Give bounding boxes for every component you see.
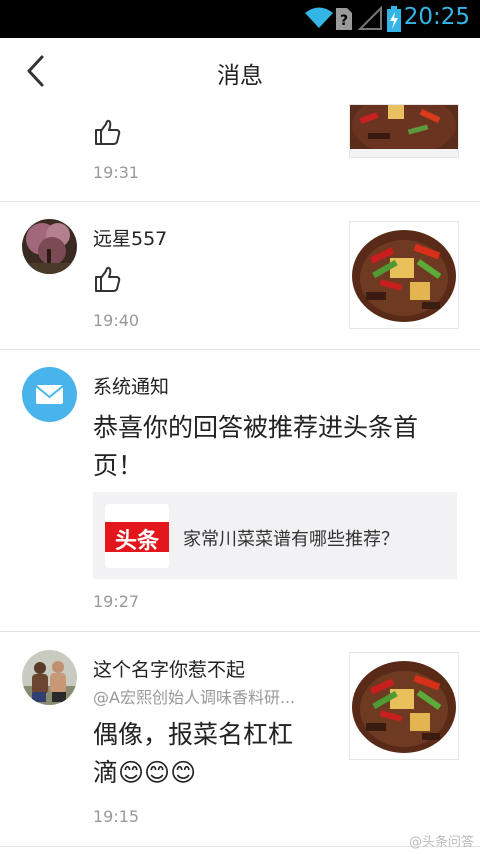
avatar-image (22, 650, 77, 705)
article-card[interactable]: 头条 家常川菜菜谱有哪些推荐？ (93, 492, 457, 579)
message-time: 19:15 (93, 807, 140, 826)
system-notice-avatar[interactable] (22, 367, 77, 422)
watermark: @头条问答 (408, 835, 474, 850)
food-image (350, 653, 458, 759)
battery-charging-icon (387, 6, 401, 32)
divider (0, 201, 480, 202)
message-text-line-2: 滴😊😊😊 (93, 758, 197, 787)
food-image (350, 222, 458, 328)
thumbs-up-icon (95, 266, 121, 292)
food-thumbnail[interactable] (349, 104, 459, 158)
status-clock: 20:25 (403, 4, 470, 30)
divider (0, 631, 480, 632)
status-bar: ? 20:25 (0, 0, 480, 38)
username[interactable]: 远星557 (93, 224, 167, 251)
username[interactable]: 这个名字你惹不起 (93, 655, 245, 682)
message-text-line-1: 偶像，报菜名杠杠 (93, 720, 294, 749)
svg-text:?: ? (340, 13, 348, 29)
message-time: 19:40 (93, 311, 140, 330)
avatar[interactable] (22, 650, 77, 705)
message-text-line-1: 恭喜你的回答被推荐进头条首 (93, 413, 419, 442)
logo-text: 头条 (114, 529, 159, 554)
wifi-icon (305, 7, 333, 28)
toutiao-logo: 头条 (105, 504, 169, 568)
avatar-image (22, 219, 77, 274)
reply-mention[interactable]: @A宏熙创始人调味香料研... (93, 684, 295, 708)
signal-icon (358, 6, 382, 30)
thumbs-up-icon (95, 119, 121, 145)
username[interactable]: 系统通知 (93, 372, 169, 399)
divider (0, 349, 480, 350)
article-title: 家常川菜菜谱有哪些推荐？ (183, 529, 399, 550)
food-thumbnail[interactable] (349, 221, 459, 329)
message-time: 19:27 (93, 592, 140, 611)
food-image (350, 105, 458, 157)
page-title: 消息 (217, 63, 263, 89)
sim-unknown-icon: ? (336, 8, 352, 30)
avatar[interactable] (22, 219, 77, 274)
message-time: 19:31 (93, 163, 140, 182)
food-thumbnail[interactable] (349, 652, 459, 760)
message-text-line-2: 页！ (93, 451, 144, 480)
mail-icon (35, 385, 64, 404)
header-bar: 消息 (0, 38, 480, 104)
